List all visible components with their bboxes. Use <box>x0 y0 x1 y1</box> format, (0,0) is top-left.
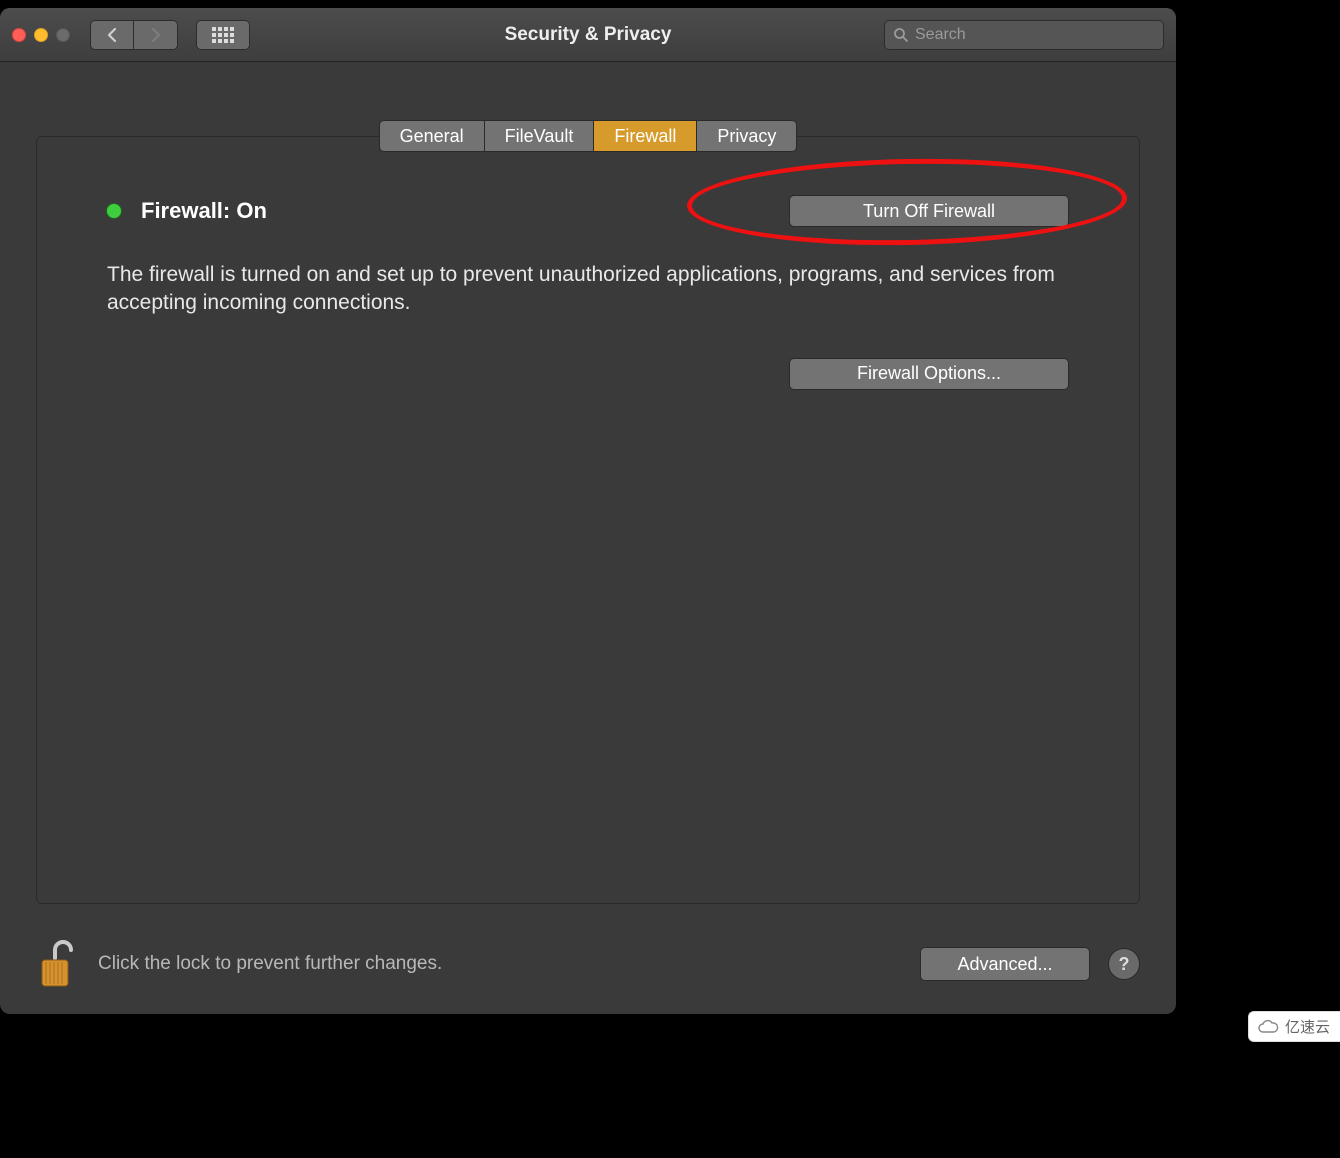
back-button[interactable] <box>90 20 134 50</box>
lock-hint-text: Click the lock to prevent further change… <box>98 953 442 975</box>
advanced-button[interactable]: Advanced... <box>920 947 1090 981</box>
close-window-button[interactable] <box>12 28 26 42</box>
search-icon <box>893 27 909 43</box>
firewall-description: The firewall is turned on and set up to … <box>107 261 1067 318</box>
help-button[interactable]: ? <box>1108 948 1140 980</box>
tab-general[interactable]: General <box>379 120 485 152</box>
lock-open-icon[interactable] <box>36 936 80 992</box>
window-controls <box>12 28 70 42</box>
show-all-button[interactable] <box>196 20 250 50</box>
tab-bar: General FileVault Firewall Privacy <box>0 120 1176 152</box>
grid-icon <box>212 27 234 43</box>
firewall-panel: Firewall: On Turn Off Firewall The firew… <box>36 136 1140 904</box>
chevron-left-icon <box>106 27 118 43</box>
watermark-text: 亿速云 <box>1285 1016 1330 1037</box>
firewall-status-row: Firewall: On Turn Off Firewall <box>107 195 1069 227</box>
zoom-window-button <box>56 28 70 42</box>
tab-firewall[interactable]: Firewall <box>594 120 697 152</box>
minimize-window-button[interactable] <box>34 28 48 42</box>
forward-button[interactable] <box>134 20 178 50</box>
chevron-right-icon <box>150 27 162 43</box>
turn-off-firewall-button[interactable]: Turn Off Firewall <box>789 195 1069 227</box>
search-input[interactable] <box>915 26 1155 44</box>
tab-privacy[interactable]: Privacy <box>697 120 797 152</box>
titlebar: Security & Privacy <box>0 8 1176 62</box>
watermark: 亿速云 <box>1248 1011 1340 1042</box>
search-field[interactable] <box>884 20 1164 50</box>
cloud-icon <box>1257 1019 1279 1035</box>
firewall-options-button[interactable]: Firewall Options... <box>789 358 1069 390</box>
tab-filevault[interactable]: FileVault <box>485 120 595 152</box>
status-indicator-icon <box>107 204 121 218</box>
nav-buttons <box>90 20 178 50</box>
preferences-window: Security & Privacy General FileVault Fir… <box>0 8 1176 1014</box>
footer: Click the lock to prevent further change… <box>0 914 1176 1014</box>
firewall-status-label: Firewall: On <box>141 198 267 224</box>
window-title: Security & Privacy <box>505 24 672 46</box>
